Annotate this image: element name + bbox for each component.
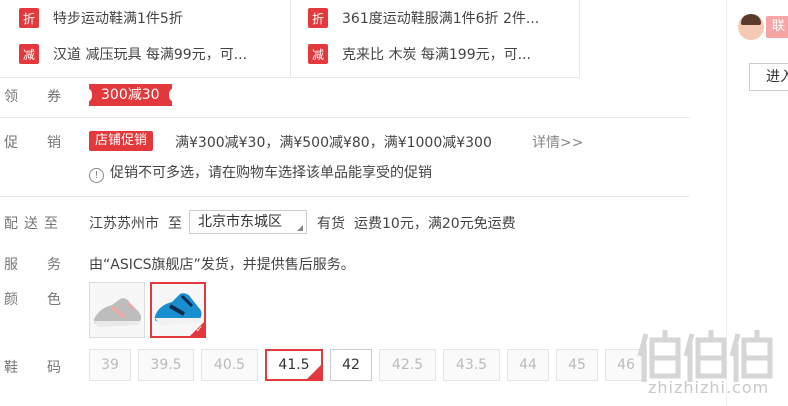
dropdown-corner-icon (297, 225, 303, 231)
promo-text: 满¥300减¥30，满¥500减¥80，满¥1000减¥300 (175, 135, 492, 151)
shop-promo-badge: 店铺促销 (89, 131, 154, 151)
promotion-item[interactable]: 折 361度运动鞋服满1件6折 2件... (308, 6, 539, 30)
info-icon: ! (89, 168, 104, 183)
service-avatar (738, 14, 764, 40)
delivery-label-char: 至 (44, 216, 58, 232)
coupon-label: 领券 (4, 86, 61, 106)
size-option[interactable]: 44 (507, 349, 549, 381)
service-label-char: 务 (47, 257, 61, 273)
promo-notice: ! 促销不可多选，请在购物车选择该单品能享受的促销 (89, 162, 432, 183)
color-swatch-blue[interactable]: ✓ (150, 282, 206, 338)
delivery-label-char: 配 (4, 216, 18, 232)
size-option-selected[interactable]: 41.5 ✓ (265, 349, 323, 381)
delivery-origin: 江苏苏州市 (89, 216, 159, 232)
enter-store-button[interactable]: 进入 (749, 63, 788, 91)
size-option[interactable]: 40.5 (201, 349, 258, 381)
row-divider (0, 196, 690, 197)
promotion-divider (290, 0, 291, 77)
size-label: 鞋码 (4, 357, 61, 377)
destination-selector[interactable]: 北京市东城区 (189, 210, 307, 234)
color-label-char: 颜 (4, 292, 18, 308)
coupon-badge[interactable]: 300减30 (86, 84, 175, 106)
promotion-item[interactable]: 折 特步运动鞋满1件5折 (19, 6, 183, 30)
grey-shoe-image (93, 298, 141, 327)
promo-label-char: 销 (47, 135, 61, 151)
size-label-char: 鞋 (4, 360, 18, 376)
size-option[interactable]: 43.5 (443, 349, 500, 381)
coupon-label-char: 券 (47, 89, 61, 105)
service-label-char: 服 (4, 257, 18, 273)
contact-label: 联 (766, 16, 788, 38)
reduction-tag: 减 (19, 44, 39, 64)
delivery-label-char: 送 (24, 216, 38, 232)
shipping-fee: 运费10元，满20元免运费 (354, 216, 516, 232)
promo-label-char: 促 (4, 135, 18, 151)
promotion-text: 克来比 木炭 每满199元，可... (342, 47, 531, 63)
size-option[interactable]: 39.5 (138, 349, 194, 381)
size-option[interactable]: 42.5 (379, 349, 436, 381)
promotion-text: 特步运动鞋满1件5折 (53, 11, 183, 27)
coupon-label-char: 领 (4, 89, 18, 105)
service-text: 由“ASICS旗舰店”发货，并提供售后服务。 (89, 257, 355, 273)
contact-service[interactable]: 联 (738, 14, 788, 40)
color-swatch-grey[interactable] (89, 282, 145, 338)
promo-notice-text: 促销不可多选，请在购物车选择该单品能享受的促销 (110, 165, 432, 181)
size-value: 41.5 (278, 357, 310, 373)
promo-label: 促销 (4, 132, 61, 152)
service-label: 服务 (4, 254, 61, 274)
size-label-char: 码 (47, 360, 61, 376)
promotion-item[interactable]: 减 汉道 减压玩具 每满99元，可... (19, 42, 247, 66)
promotion-text: 汉道 减压玩具 每满99元，可... (53, 47, 248, 63)
promotion-text: 361度运动鞋服满1件6折 2件... (342, 11, 540, 27)
selected-check-icon: ✓ (307, 359, 321, 379)
size-option[interactable]: 45 (556, 349, 598, 381)
size-option[interactable]: 46 (605, 349, 647, 381)
promotion-item[interactable]: 减 克来比 木炭 每满199元，可... (308, 42, 531, 66)
store-sidebar (726, 0, 788, 406)
reduction-tag: 减 (308, 44, 328, 64)
watermark-text: zhizhizhi.com (648, 378, 770, 397)
delivery-label: 配送至 (4, 213, 58, 233)
selected-check-icon: ✓ (190, 322, 204, 336)
size-option[interactable]: 39 (89, 349, 131, 381)
color-label: 颜色 (4, 289, 61, 309)
size-option[interactable]: 42 (330, 349, 372, 381)
discount-tag: 折 (19, 8, 39, 28)
destination-text: 北京市东城区 (198, 214, 282, 230)
delivery-to: 至 (168, 216, 182, 232)
promo-details-link[interactable]: 详情>> (532, 132, 583, 152)
stock-status: 有货 (317, 216, 345, 232)
color-label-char: 色 (47, 292, 61, 308)
row-divider (0, 117, 690, 118)
discount-tag: 折 (308, 8, 328, 28)
